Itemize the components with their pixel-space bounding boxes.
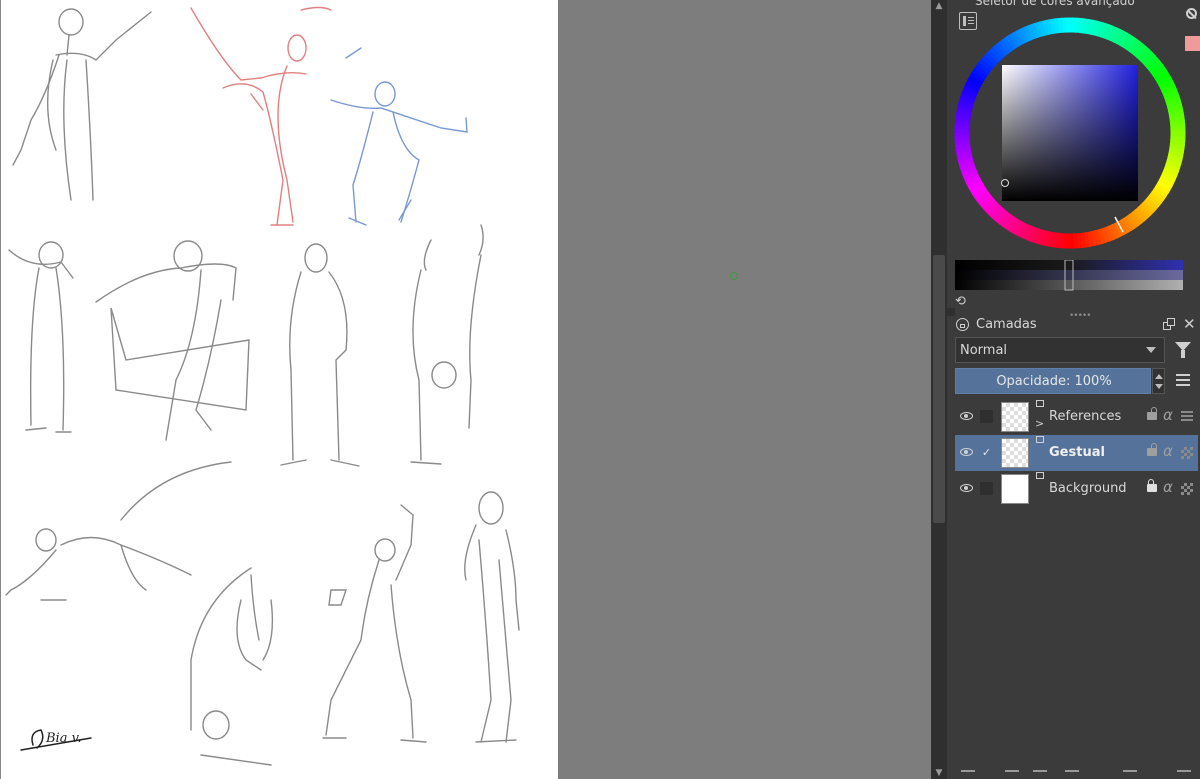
float-docker-icon[interactable] — [1163, 318, 1175, 330]
foreground-color-swatch[interactable] — [1185, 36, 1200, 51]
chevron-down-icon — [1146, 347, 1156, 353]
unlocked-icon[interactable] — [1147, 443, 1157, 456]
scroll-down-arrow-icon[interactable]: ▼ — [933, 767, 945, 779]
canvas-vertical-scrollbar[interactable]: ▲ ▼ — [931, 0, 947, 779]
canvas-area[interactable]: Bia v. — [0, 0, 931, 779]
layers-menu-icon[interactable] — [1176, 374, 1190, 376]
inherit-alpha-icon[interactable] — [1181, 447, 1193, 459]
add-layer-icon[interactable] — [961, 770, 975, 775]
layers-docker: Camadas ✕ Normal Opacidade: 100% > Refer… — [947, 315, 1200, 779]
scroll-up-arrow-icon[interactable]: ▲ — [933, 0, 945, 12]
paint-layer-icon — [1036, 472, 1044, 479]
visibility-eye-icon[interactable] — [960, 448, 973, 456]
color-wheel[interactable] — [947, 0, 1187, 260]
brush-cursor — [730, 272, 738, 280]
layer-checkbox[interactable] — [980, 410, 993, 423]
layer-thumbnail — [1001, 402, 1029, 432]
layers-header: Camadas ✕ — [947, 315, 1200, 336]
move-up-icon[interactable] — [1065, 770, 1079, 775]
paint-layer-icon — [1036, 436, 1044, 443]
unlocked-icon[interactable] — [1147, 407, 1157, 420]
alpha-lock-icon[interactable]: α — [1163, 442, 1173, 460]
layer-name: Gestual — [1049, 445, 1105, 460]
color-sliders[interactable] — [955, 260, 1183, 291]
filter-icon[interactable] — [1175, 342, 1191, 360]
properties-icon[interactable] — [1123, 770, 1137, 775]
drawing-paper[interactable]: Bia v. — [0, 0, 558, 779]
layer-name: References — [1049, 409, 1122, 424]
advanced-color-selector: Seletor de cores avançado ⟲ — [947, 0, 1200, 321]
opacity-label: Opacidade: 100% — [996, 374, 1112, 389]
pass-through-icon[interactable] — [1181, 411, 1193, 421]
expand-chevron-icon[interactable]: > — [1035, 417, 1044, 430]
layers-docker-icon — [956, 318, 969, 331]
alpha-lock-icon[interactable]: α — [1163, 478, 1173, 496]
scrollbar-thumb[interactable] — [933, 255, 945, 523]
layers-title: Camadas — [976, 317, 1037, 332]
signature: Bia v. — [45, 731, 82, 746]
layer-row-references[interactable]: > References α — [955, 399, 1198, 435]
refresh-icon[interactable]: ⟲ — [955, 294, 966, 309]
opacity-slider[interactable]: Opacidade: 100% — [955, 368, 1151, 394]
layer-name: Background — [1049, 481, 1127, 496]
blend-mode-select[interactable]: Normal — [955, 337, 1165, 363]
gesture-sketches: Bia v. — [5, 6, 520, 766]
duplicate-layer-icon[interactable] — [1005, 770, 1019, 775]
layers-toolbar — [947, 770, 1200, 779]
close-docker-icon[interactable]: ✕ — [1183, 315, 1196, 333]
visibility-eye-icon[interactable] — [960, 484, 973, 492]
color-side-tools — [1181, 0, 1200, 60]
move-down-icon[interactable] — [1033, 770, 1047, 775]
locked-icon[interactable] — [1147, 479, 1157, 492]
delete-layer-icon[interactable] — [1177, 770, 1191, 775]
opacity-spinner[interactable] — [1152, 368, 1165, 394]
visibility-eye-icon[interactable] — [960, 412, 973, 420]
layer-row-gestual[interactable]: ✓ Gestual α — [955, 435, 1198, 471]
layer-thumbnail — [1001, 474, 1029, 504]
blend-mode-value: Normal — [960, 343, 1008, 358]
inherit-alpha-icon[interactable] — [1181, 483, 1193, 495]
layer-checkbox-checked[interactable]: ✓ — [980, 446, 993, 459]
alpha-lock-icon[interactable]: α — [1163, 406, 1173, 424]
layer-thumbnail — [1001, 438, 1029, 468]
right-dock: Seletor de cores avançado ⟲ Camadas ✕ No… — [947, 0, 1200, 779]
group-folder-icon — [1036, 400, 1044, 407]
layer-checkbox[interactable] — [980, 482, 993, 495]
no-entry-icon[interactable] — [1186, 8, 1197, 19]
layer-row-background[interactable]: Background α — [955, 471, 1198, 507]
